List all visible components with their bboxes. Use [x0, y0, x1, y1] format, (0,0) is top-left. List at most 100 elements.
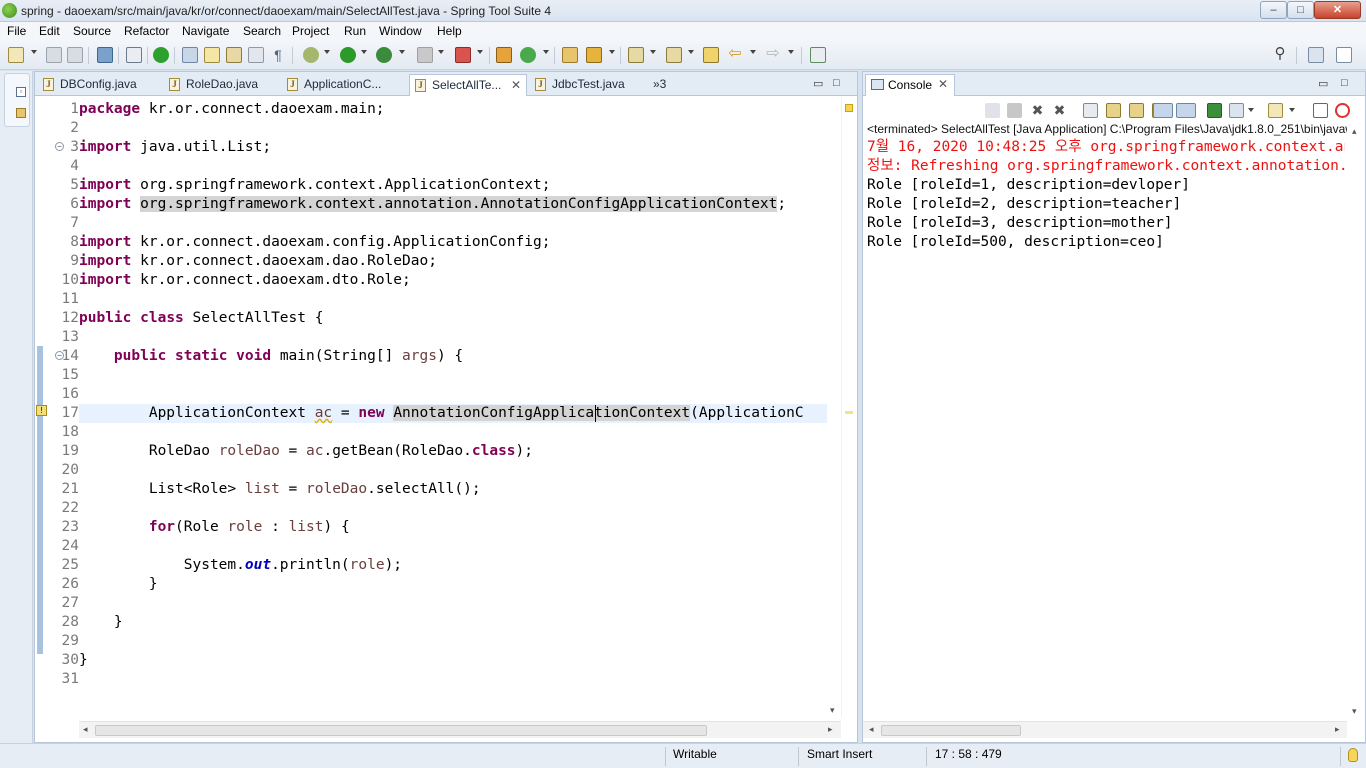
code-line[interactable]: import kr.or.connect.daoexam.config.Appl…: [79, 233, 827, 252]
scroll-thumb[interactable]: [881, 725, 1021, 736]
minimize-editor-icon[interactable]: ▭: [813, 77, 823, 90]
code-line[interactable]: [79, 461, 827, 480]
code-line[interactable]: [79, 423, 827, 442]
save-icon[interactable]: [46, 47, 62, 63]
maximize-editor-icon[interactable]: □: [833, 77, 840, 89]
code-line[interactable]: [79, 157, 827, 176]
stop-dropdown-icon[interactable]: [438, 50, 444, 54]
overview-warning-summary-icon[interactable]: [845, 104, 853, 112]
back-dropdown-icon[interactable]: [750, 50, 756, 54]
remove-all-icon[interactable]: ✖: [1052, 103, 1067, 118]
tab-jdbctest[interactable]: J JdbcTest.java: [535, 74, 647, 96]
java-perspective-icon[interactable]: [1336, 47, 1352, 63]
run-dropdown-icon[interactable]: [361, 50, 367, 54]
editor-horizontal-scrollbar[interactable]: ◂ ▸: [79, 721, 841, 738]
code-line[interactable]: System.out.println(role);: [79, 556, 827, 575]
code-line[interactable]: package kr.or.connect.daoexam.main;: [79, 100, 827, 119]
open-folder-icon[interactable]: [562, 47, 578, 63]
code-area[interactable]: package kr.or.connect.daoexam.main; impor…: [79, 97, 827, 717]
code-line[interactable]: List<Role> list = roleDao.selectAll();: [79, 480, 827, 499]
code-line[interactable]: public class SelectAllTest {: [79, 309, 827, 328]
fold-collapse-icon[interactable]: −: [55, 142, 64, 151]
new-class-icon[interactable]: [520, 47, 536, 63]
code-line[interactable]: [79, 385, 827, 404]
forward-dropdown-icon[interactable]: [788, 50, 794, 54]
scroll-left-icon[interactable]: ◂: [869, 724, 874, 735]
scroll-up-icon[interactable]: ▴: [1352, 126, 1357, 137]
code-line[interactable]: [79, 214, 827, 233]
overview-occurrence-marker[interactable]: [845, 411, 853, 414]
scroll-left-icon[interactable]: ◂: [83, 724, 88, 735]
code-line[interactable]: ApplicationContext ac = new AnnotationCo…: [79, 404, 827, 423]
scroll-lock-icon[interactable]: [1106, 103, 1121, 118]
mark-occurrences-icon[interactable]: [226, 47, 242, 63]
new-java-project-icon[interactable]: [496, 47, 512, 63]
display-console-icon[interactable]: [1229, 103, 1244, 118]
restore-icon[interactable]: ▫: [16, 87, 26, 97]
code-line[interactable]: import org.springframework.context.annot…: [79, 195, 827, 214]
code-line[interactable]: [79, 632, 827, 651]
scroll-thumb[interactable]: [95, 725, 707, 736]
back-arrow-icon[interactable]: ⇦: [727, 46, 743, 63]
code-line[interactable]: }: [79, 575, 827, 594]
open-console-icon[interactable]: [1207, 103, 1222, 118]
terminate-icon[interactable]: [1007, 103, 1022, 118]
code-line[interactable]: }: [79, 651, 827, 670]
show-whitespace-icon[interactable]: ¶: [270, 47, 286, 63]
console-output[interactable]: 7월 16, 2020 10:48:25 오후 org.springframew…: [867, 138, 1345, 718]
last-edit-location-icon[interactable]: [703, 47, 719, 63]
word-wrap-icon[interactable]: [1129, 103, 1144, 118]
menu-help[interactable]: Help: [437, 24, 462, 38]
close-window-button[interactable]: ✕: [1314, 1, 1361, 19]
close-tab-icon[interactable]: ✕: [511, 75, 521, 95]
stop-icon[interactable]: [417, 47, 433, 63]
tab-applicationconfig[interactable]: J ApplicationC...: [287, 74, 402, 96]
code-line[interactable]: }: [79, 613, 827, 632]
debug-icon[interactable]: [303, 47, 319, 63]
code-line[interactable]: [79, 537, 827, 556]
new-class-dropdown-icon[interactable]: [543, 50, 549, 54]
new-icon[interactable]: [8, 47, 24, 63]
spring-boot-icon[interactable]: [1335, 103, 1350, 118]
open-perspective-icon[interactable]: [1308, 47, 1324, 63]
search-icon[interactable]: ⚲: [1272, 46, 1288, 63]
menu-refactor[interactable]: Refactor: [124, 24, 169, 38]
show-stderr-icon[interactable]: [1176, 103, 1196, 118]
relaunch-icon[interactable]: [455, 47, 471, 63]
fold-collapse-icon[interactable]: −: [55, 351, 64, 360]
menu-window[interactable]: Window: [379, 24, 422, 38]
tab-console[interactable]: Console ✕: [865, 74, 955, 96]
menu-run[interactable]: Run: [344, 24, 366, 38]
code-line[interactable]: import kr.or.connect.daoexam.dto.Role;: [79, 271, 827, 290]
view-menu-icon[interactable]: [1313, 103, 1328, 118]
scroll-down-icon[interactable]: ▾: [1352, 706, 1357, 717]
console-horizontal-scrollbar[interactable]: ◂ ▸: [863, 721, 1347, 738]
maximize-console-icon[interactable]: □: [1341, 77, 1348, 89]
tab-overflow-button[interactable]: »3: [653, 74, 677, 96]
relaunch-dropdown-icon[interactable]: [477, 50, 483, 54]
code-line[interactable]: RoleDao roleDao = ac.getBean(RoleDao.cla…: [79, 442, 827, 461]
minimize-button[interactable]: –: [1260, 1, 1287, 19]
previous-annotation-dropdown-icon[interactable]: [688, 50, 694, 54]
scroll-right-icon[interactable]: ▸: [828, 724, 833, 735]
code-line[interactable]: [79, 290, 827, 309]
code-line[interactable]: [79, 366, 827, 385]
debug-dropdown-icon[interactable]: [324, 50, 330, 54]
warning-icon[interactable]: !: [36, 405, 47, 416]
console-vertical-scrollbar[interactable]: ▴ ▾: [1347, 122, 1365, 720]
save-all-icon[interactable]: [67, 47, 83, 63]
run-icon[interactable]: [340, 47, 356, 63]
menu-search[interactable]: Search: [243, 24, 281, 38]
minimize-console-icon[interactable]: ▭: [1318, 77, 1328, 90]
terminal-icon[interactable]: [97, 47, 113, 63]
lightbulb-icon[interactable]: [1348, 748, 1358, 762]
maximize-button[interactable]: □: [1287, 1, 1314, 19]
code-line[interactable]: [79, 119, 827, 138]
code-line[interactable]: public static void main(String[] args) {: [79, 347, 827, 366]
clear-console-icon[interactable]: [1083, 103, 1098, 118]
next-annotation-dropdown-icon[interactable]: [650, 50, 656, 54]
scroll-down-icon[interactable]: ▾: [830, 705, 835, 716]
menu-project[interactable]: Project: [292, 24, 329, 38]
code-line[interactable]: import org.springframework.context.Appli…: [79, 176, 827, 195]
skip-breakpoints-icon[interactable]: [126, 47, 142, 63]
